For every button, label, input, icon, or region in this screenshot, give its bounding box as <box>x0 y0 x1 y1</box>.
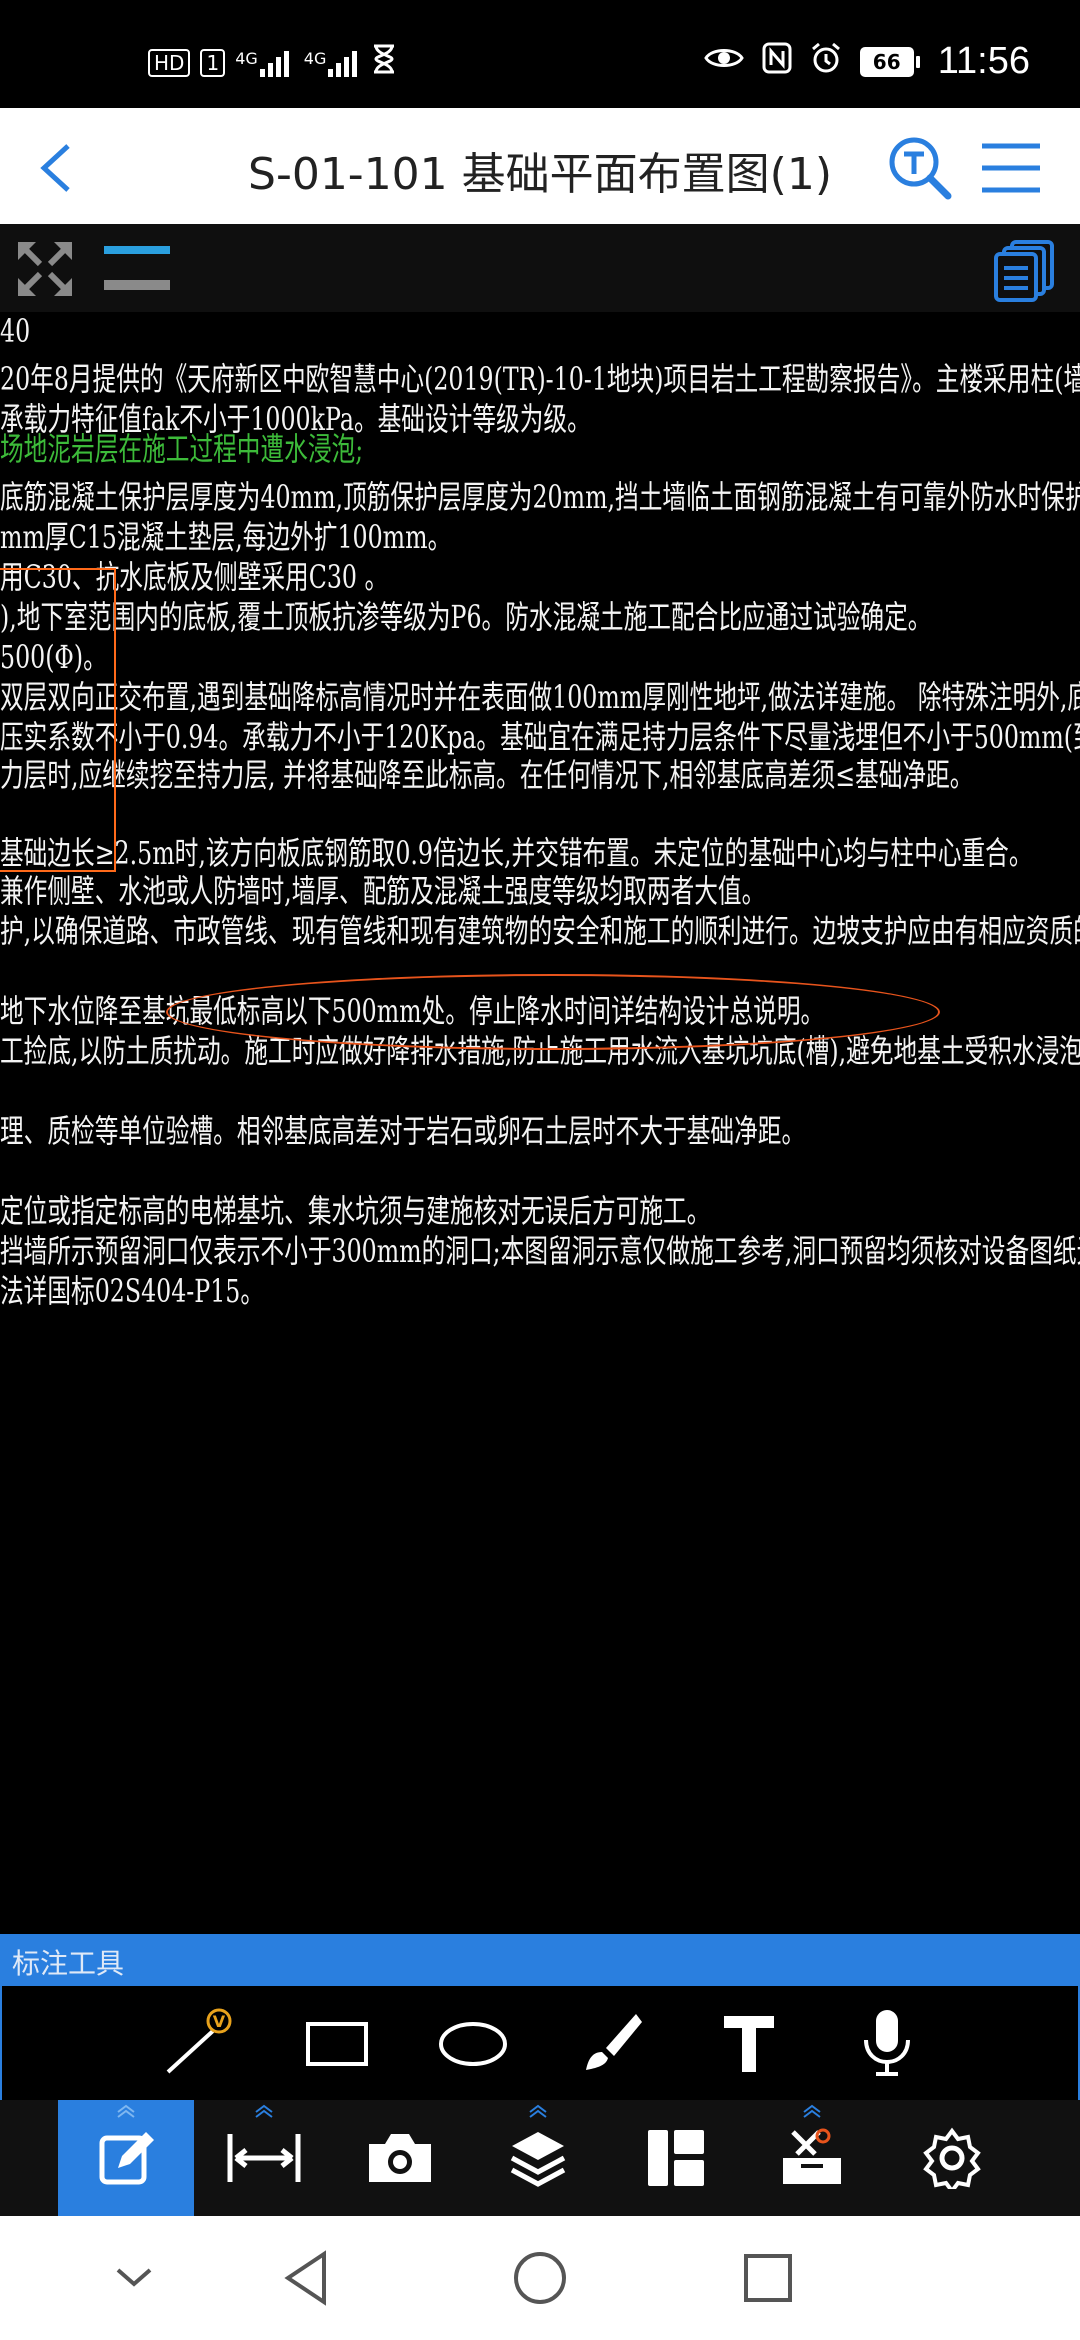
fullscreen-button[interactable] <box>14 238 76 300</box>
chevron-up-icon <box>803 2104 821 2118</box>
viewer-toolbar <box>0 224 1080 312</box>
annotation-panel-header: 标注工具 <box>0 1934 1080 1984</box>
settings-button[interactable] <box>884 2100 1020 2216</box>
documents-icon <box>994 240 1054 302</box>
minus-icon <box>104 246 170 290</box>
status-right-icons: 66 11:56 <box>703 40 1030 83</box>
text-tool[interactable] <box>714 2008 784 2078</box>
alarm-icon <box>810 42 842 81</box>
note-line: 护,以确保道路、市政管线、现有管线和现有建筑物的安全和施工的顺利进行。边坡支护应… <box>0 912 1080 950</box>
signal-1-icon: 4G <box>235 49 294 77</box>
nfc-icon <box>762 42 792 81</box>
search-icon <box>889 137 952 200</box>
markup-ellipse[interactable] <box>166 974 940 1050</box>
annotate-button[interactable] <box>58 2100 194 2216</box>
tools-button[interactable] <box>744 2100 880 2216</box>
search-button[interactable] <box>884 132 954 202</box>
microphone-icon <box>864 2010 910 2076</box>
layout-button[interactable] <box>608 2100 744 2216</box>
menu-icon <box>982 143 1040 193</box>
square-recents-icon <box>744 2254 792 2302</box>
brush-tool[interactable] <box>576 2008 646 2078</box>
layout-icon <box>648 2130 704 2186</box>
note-line: 法详国标02S404-P15。 <box>0 1272 265 1310</box>
title-bar: S-01-101 基础平面布置图(1) <box>0 108 1080 224</box>
note-line: 力层时,应继续挖至持力层, 并将基础降至此标高。在任何情况下,相邻基底高差须≤基… <box>0 756 974 794</box>
text-icon <box>724 2016 774 2072</box>
system-nav-bar <box>0 2216 1080 2340</box>
signal-2-icon: 4G <box>304 49 363 77</box>
camera-icon <box>369 2134 431 2182</box>
annotation-panel-title: 标注工具 <box>12 1947 125 1980</box>
note-line: 40 <box>0 312 31 350</box>
markup-rectangle[interactable] <box>0 568 116 872</box>
back-nav-button[interactable] <box>272 2242 344 2314</box>
brush-icon <box>586 2014 642 2070</box>
eye-icon <box>703 45 744 78</box>
rectangle-tool[interactable] <box>302 2008 372 2078</box>
toolbox-icon <box>783 2128 841 2184</box>
camera-button[interactable] <box>332 2100 468 2216</box>
line-icon: V <box>166 2008 232 2074</box>
recents-nav-button[interactable] <box>732 2242 804 2314</box>
menu-button[interactable] <box>978 140 1044 196</box>
hide-nav-button[interactable] <box>98 2242 170 2314</box>
rectangle-icon <box>306 2022 368 2066</box>
gear-icon <box>923 2127 981 2189</box>
status-left-icons: HD 1 4G 4G <box>148 44 396 81</box>
sim1-badge: 1 <box>200 48 226 77</box>
hourglass-icon <box>372 44 396 81</box>
circle-home-icon <box>514 2252 566 2304</box>
triangle-back-icon <box>284 2250 326 2306</box>
ellipse-icon <box>439 2022 507 2066</box>
chevron-up-icon <box>255 2104 273 2118</box>
layers-button[interactable] <box>470 2100 606 2216</box>
ellipse-tool[interactable] <box>438 2008 508 2078</box>
collapse-button[interactable] <box>104 244 170 294</box>
note-line: 场地泥岩层在施工过程中遭水浸泡; <box>0 430 364 468</box>
hd-badge: HD <box>148 48 191 77</box>
edit-icon <box>99 2132 154 2185</box>
expand-icon <box>18 242 72 296</box>
layers-icon <box>510 2132 566 2187</box>
chevron-down-icon <box>116 2268 152 2287</box>
drawing-canvas[interactable]: 40 20年8月提供的《天府新区中欧智慧中心(2019(TR)-10-1地块)项目… <box>0 312 1080 1934</box>
chevron-up-icon <box>117 2104 135 2118</box>
note-line: ),地下室范围内的底板,覆土顶板抗渗等级为P6。防水混凝土施工配合比应通过试验确… <box>0 598 932 636</box>
line-tool[interactable]: V <box>162 2008 232 2078</box>
measure-button[interactable] <box>196 2100 332 2216</box>
battery-icon: 66 <box>859 46 920 77</box>
vip-badge: V <box>213 2012 226 2031</box>
home-nav-button[interactable] <box>504 2242 576 2314</box>
sheets-button[interactable] <box>992 240 1056 302</box>
chevron-up-icon <box>529 2104 547 2118</box>
bottom-toolbar <box>0 2100 1080 2216</box>
annotation-tools: V <box>0 1984 1080 2102</box>
measure-icon <box>227 2134 301 2182</box>
clock: 11:56 <box>937 40 1030 82</box>
voice-tool[interactable] <box>852 2008 922 2078</box>
status-bar: HD 1 4G 4G 66 11:56 <box>0 0 1080 108</box>
note-line: 理、质检等单位验槽。相邻基底高差对于岩石或卵石土层时不大于基础净距。 <box>0 1112 806 1150</box>
